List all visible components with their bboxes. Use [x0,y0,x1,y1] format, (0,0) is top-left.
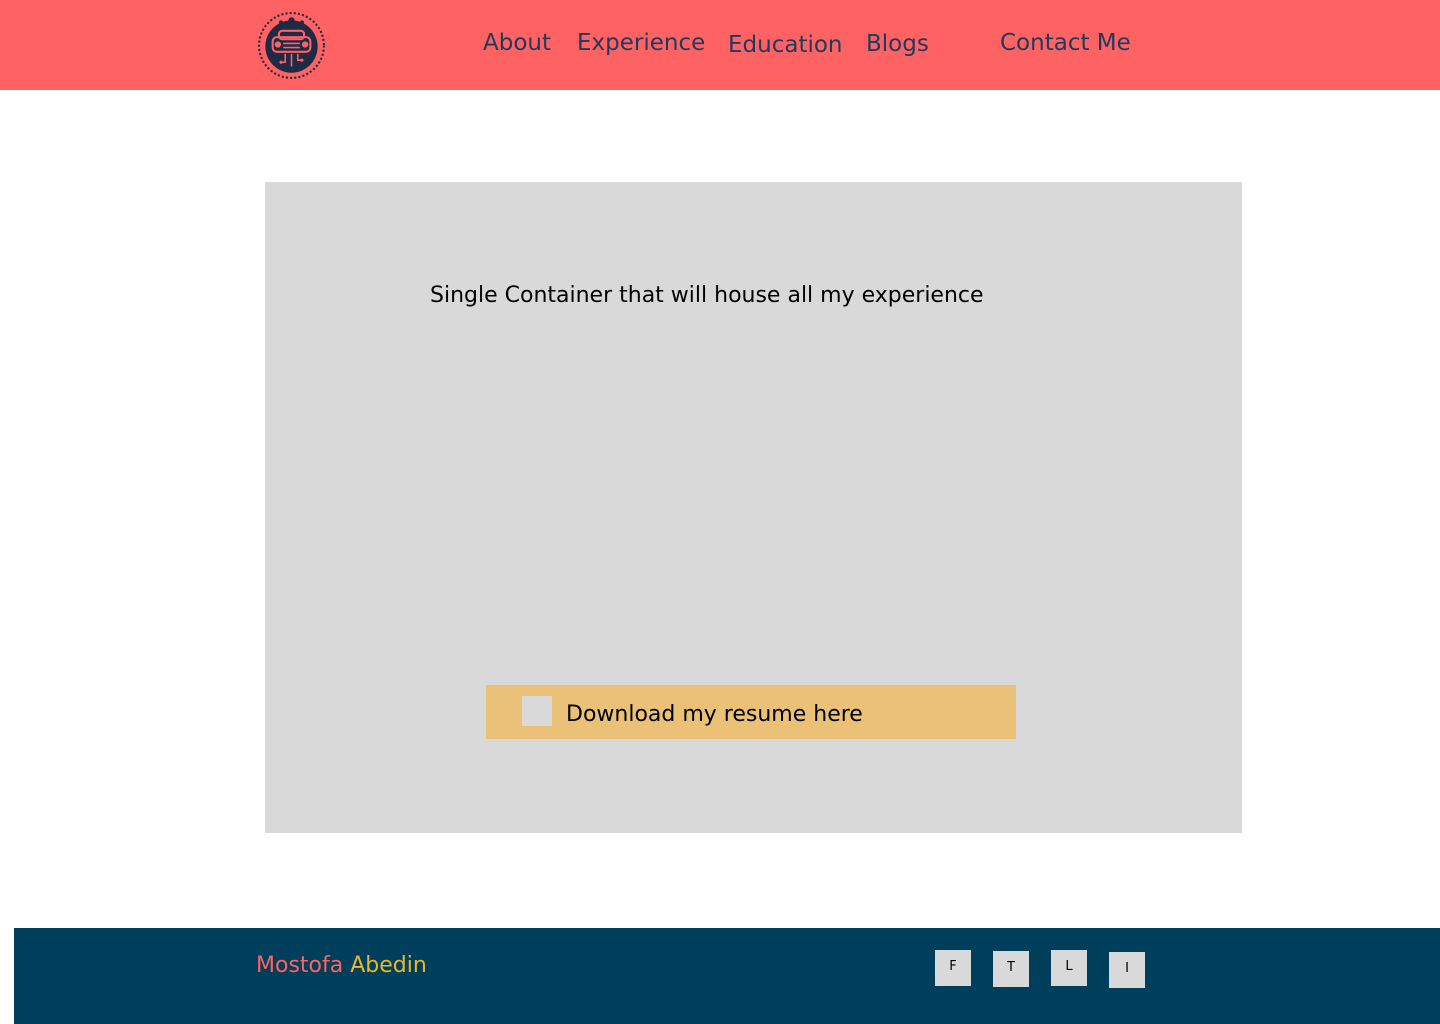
linkedin-icon[interactable]: L [1051,950,1087,986]
nav-blogs[interactable]: Blogs [866,33,929,56]
footer-name: Mostofa Abedin [256,955,427,977]
experience-container: Single Container that will house all my … [265,182,1242,833]
linkedin-icon-label: L [1065,959,1073,974]
nav-contact-me[interactable]: Contact Me [1000,32,1131,55]
download-resume-label: Download my resume here [566,702,863,727]
footer-first-name: Mostofa [256,953,344,978]
twitter-icon[interactable]: T [993,951,1029,987]
page: About Experience Education Blogs Contact… [0,0,1440,1024]
experience-placeholder-text: Single Container that will house all my … [430,283,984,308]
footer-last-name: Abedin [350,953,427,978]
nav-education[interactable]: Education [728,34,843,57]
header: About Experience Education Blogs Contact… [0,0,1440,90]
download-icon [522,696,552,726]
instagram-icon[interactable]: I [1109,952,1145,988]
circuit-car-logo[interactable] [258,12,325,79]
facebook-icon-label: F [949,959,957,974]
download-resume-button[interactable]: Download my resume here [486,685,1016,739]
footer: Mostofa Abedin F T L I [14,928,1440,1024]
twitter-icon-label: T [1007,960,1015,975]
nav-experience[interactable]: Experience [577,32,705,55]
nav-about[interactable]: About [483,32,551,55]
facebook-icon[interactable]: F [935,950,971,986]
instagram-icon-label: I [1125,961,1129,976]
